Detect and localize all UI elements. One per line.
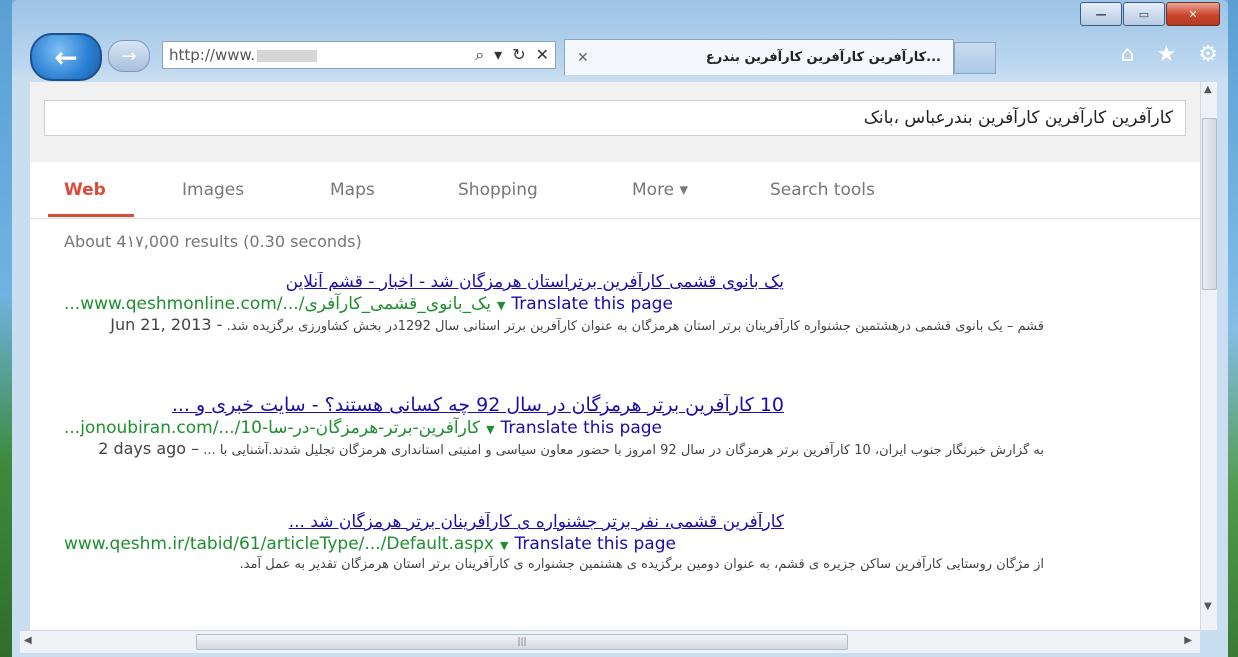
horizontal-scroll-thumb[interactable]: ||| [196, 634, 848, 650]
snippet-text: قشم – یک بانوی قشمی درهشتمین جشنواره کار… [226, 319, 1044, 334]
active-tab-indicator [48, 214, 134, 217]
result-url-line: ...www.qeshmonline.com/.../یک_بانوی_قشمی… [64, 294, 1154, 314]
tab-maps[interactable]: Maps [330, 180, 375, 200]
result-title-link[interactable]: کارآفرین قشمی، نفر برتر جشنواره ی کارآفر… [64, 512, 784, 532]
caret-down-icon[interactable]: ▼ [497, 299, 505, 312]
scroll-left-icon[interactable]: ◀ [24, 635, 32, 646]
browser-tab[interactable]: ✕ ...کارآفرین کارآفرین کارآفرین بندرع [564, 39, 954, 75]
magnifier-icon[interactable]: ⌕ [475, 45, 484, 65]
horizontal-scrollbar[interactable]: ◀ ||| ▶ [20, 630, 1200, 653]
scroll-right-icon[interactable]: ▶ [1184, 635, 1192, 646]
tab-shopping[interactable]: Shopping [458, 180, 538, 200]
result-snippet: قشم – یک بانوی قشمی درهشتمین جشنواره کار… [64, 316, 1044, 336]
tab-more[interactable]: More ▾ [632, 180, 688, 200]
maximize-button[interactable]: ▭ [1123, 2, 1165, 26]
result-stats: About 4۱۷,000 results (0.30 seconds) [64, 232, 362, 251]
search-tabs: Web Images Maps Shopping More ▾ Search t… [30, 162, 1200, 219]
search-result: 10 کارآفرین برتر هرمزگان در سال 92 چه کس… [64, 394, 1154, 460]
arrow-left-icon: ← [54, 40, 78, 74]
tab-images[interactable]: Images [182, 180, 244, 200]
toolbar-icons: ⌂ ★ ⚙ [1121, 42, 1218, 67]
home-icon[interactable]: ⌂ [1121, 42, 1135, 67]
result-url-line: ...jonoubiran.com/.../10-کارآفرین-برتر-ه… [64, 418, 1154, 438]
search-header: کارآفرین کارآفرین کارآفرین بندرعباس ،بان… [30, 82, 1200, 162]
tab-title: ...کارآفرین کارآفرین کارآفرین بندرع [705, 50, 941, 65]
blurred-domain [257, 49, 318, 62]
result-url: ...jonoubiran.com/.../10-کارآفرین-برتر-ه… [64, 418, 481, 438]
scroll-up-icon[interactable]: ▲ [1204, 84, 1212, 95]
translate-link[interactable]: Translate this page [514, 534, 675, 554]
minimize-button[interactable]: — [1080, 2, 1122, 26]
search-input[interactable]: کارآفرین کارآفرین کارآفرین بندرعباس ،بان… [44, 100, 1186, 136]
tab-search-tools[interactable]: Search tools [770, 180, 875, 200]
result-title-link[interactable]: 10 کارآفرین برتر هرمزگان در سال 92 چه کس… [64, 394, 784, 416]
gear-icon[interactable]: ⚙ [1198, 42, 1218, 67]
snippet-text: از مژگان روستایی کارآفرین ساکن جزیره ی ق… [239, 557, 1044, 572]
search-result: یک بانوی قشمی کارآفرین برتراستان هرمزگان… [64, 272, 1154, 336]
back-button[interactable]: ← [30, 33, 102, 81]
address-text: http://www. [163, 46, 419, 64]
dropdown-icon[interactable]: ▾ [494, 45, 502, 65]
caret-down-icon[interactable]: ▼ [500, 539, 508, 552]
address-icons: ⌕ ▾ ↻ ✕ [475, 45, 549, 65]
result-date: Jun 21, 2013 - [110, 315, 223, 334]
result-url: www.qeshm.ir/tabid/61/articleType/.../De… [64, 534, 494, 554]
desktop-background-left [0, 0, 12, 657]
result-url-line: www.qeshm.ir/tabid/61/articleType/.../De… [64, 534, 1154, 554]
refresh-icon[interactable]: ↻ [512, 45, 525, 65]
result-snippet: به گزارش خبرنگار جنوب ایران، 10 کارآفرین… [64, 440, 1044, 460]
result-title-link[interactable]: یک بانوی قشمی کارآفرین برتراستان هرمزگان… [64, 272, 784, 292]
desktop-background-right [1228, 0, 1238, 657]
navigation-bar: ← → http://www. ⌕ ▾ ↻ ✕ ✕ ...کارآفرین کا… [12, 30, 1228, 82]
page-content: کارآفرین کارآفرین کارآفرین بندرعباس ،بان… [30, 82, 1200, 630]
forward-button[interactable]: → [108, 40, 150, 72]
tab-close-icon[interactable]: ✕ [577, 50, 589, 66]
close-icon[interactable]: ✕ [536, 45, 549, 65]
address-bar[interactable]: http://www. ⌕ ▾ ↻ ✕ [162, 41, 556, 69]
vertical-scrollbar[interactable]: ▲ ▼ [1200, 82, 1217, 630]
tab-web[interactable]: Web [64, 180, 106, 200]
translate-link[interactable]: Translate this page [511, 294, 672, 314]
new-tab-button[interactable] [954, 42, 996, 74]
close-window-button[interactable]: ✕ [1166, 2, 1220, 26]
arrow-right-icon: → [121, 45, 137, 67]
translate-link[interactable]: Translate this page [501, 418, 662, 438]
search-result: کارآفرین قشمی، نفر برتر جشنواره ی کارآفر… [64, 512, 1154, 574]
vertical-scroll-thumb[interactable] [1202, 118, 1217, 290]
caret-down-icon[interactable]: ▼ [486, 423, 494, 436]
result-url: ...www.qeshmonline.com/.../یک_بانوی_قشمی… [64, 294, 491, 314]
result-snippet: از مژگان روستایی کارآفرین ساکن جزیره ی ق… [64, 556, 1044, 574]
scroll-down-icon[interactable]: ▼ [1204, 601, 1212, 612]
caption-buttons: — ▭ ✕ [1079, 2, 1220, 26]
result-date: 2 days ago – [98, 439, 200, 458]
snippet-text: به گزارش خبرنگار جنوب ایران، 10 کارآفرین… [203, 443, 1044, 458]
star-icon[interactable]: ★ [1157, 42, 1177, 67]
